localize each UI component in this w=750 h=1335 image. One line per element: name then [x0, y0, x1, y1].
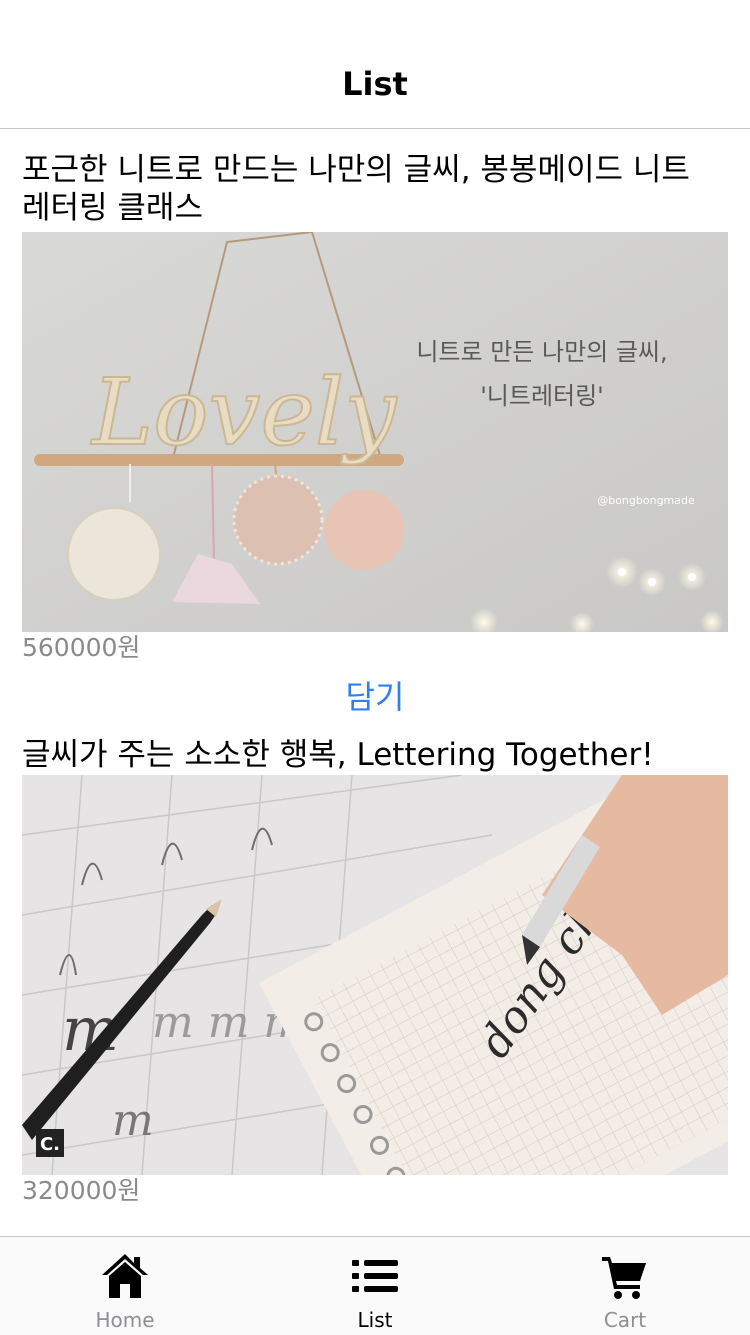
tab-home-label: Home — [95, 1308, 155, 1332]
navigation-bar: List — [0, 0, 750, 129]
tab-cart[interactable]: Cart — [500, 1237, 750, 1335]
image-caption-line1: 니트로 만든 나만의 글씨, — [416, 338, 667, 366]
lettering-practice-photo: m m m m m dong chan C. — [22, 775, 728, 1175]
tab-cart-label: Cart — [603, 1308, 647, 1332]
item-price: 560000원 — [22, 633, 141, 662]
tab-list[interactable]: List — [250, 1237, 500, 1335]
home-icon — [102, 1254, 148, 1298]
list-icon — [352, 1260, 398, 1292]
page-title: List — [342, 65, 408, 103]
item-price: 320000원 — [22, 1176, 141, 1205]
tab-list-label: List — [357, 1308, 393, 1332]
knit-lettering-photo: Lovely 니트로 만든 나만의 글씨, '니트레터링' @bongbongm… — [22, 232, 728, 632]
item-title: 글씨가 주는 소소한 행복, Lettering Together! — [22, 737, 654, 773]
image-watermark: @bongbongmade — [597, 494, 695, 507]
svg-text:m: m — [112, 1095, 154, 1146]
cart-icon — [602, 1257, 646, 1299]
tab-bar: Home List Cart — [0, 1236, 750, 1335]
add-to-cart-button[interactable]: 담기 — [0, 675, 750, 719]
item-image-lettering-together[interactable]: m m m m m dong chan C. — [22, 775, 728, 1175]
tab-home[interactable]: Home — [0, 1237, 250, 1335]
image-caption-line2: '니트레터링' — [480, 382, 604, 410]
knit-word: Lovely — [90, 359, 397, 466]
brand-badge-text: C. — [40, 1134, 60, 1155]
product-list[interactable]: 포근한 니트로 만드는 나만의 글씨, 봉봉메이드 니트 레터링 클래스 Lov… — [0, 129, 750, 1235]
item-image-knit-lettering[interactable]: Lovely 니트로 만든 나만의 글씨, '니트레터링' @bongbongm… — [22, 232, 728, 632]
item-title: 포근한 니트로 만드는 나만의 글씨, 봉봉메이드 니트 레터링 클래스 — [22, 152, 690, 226]
